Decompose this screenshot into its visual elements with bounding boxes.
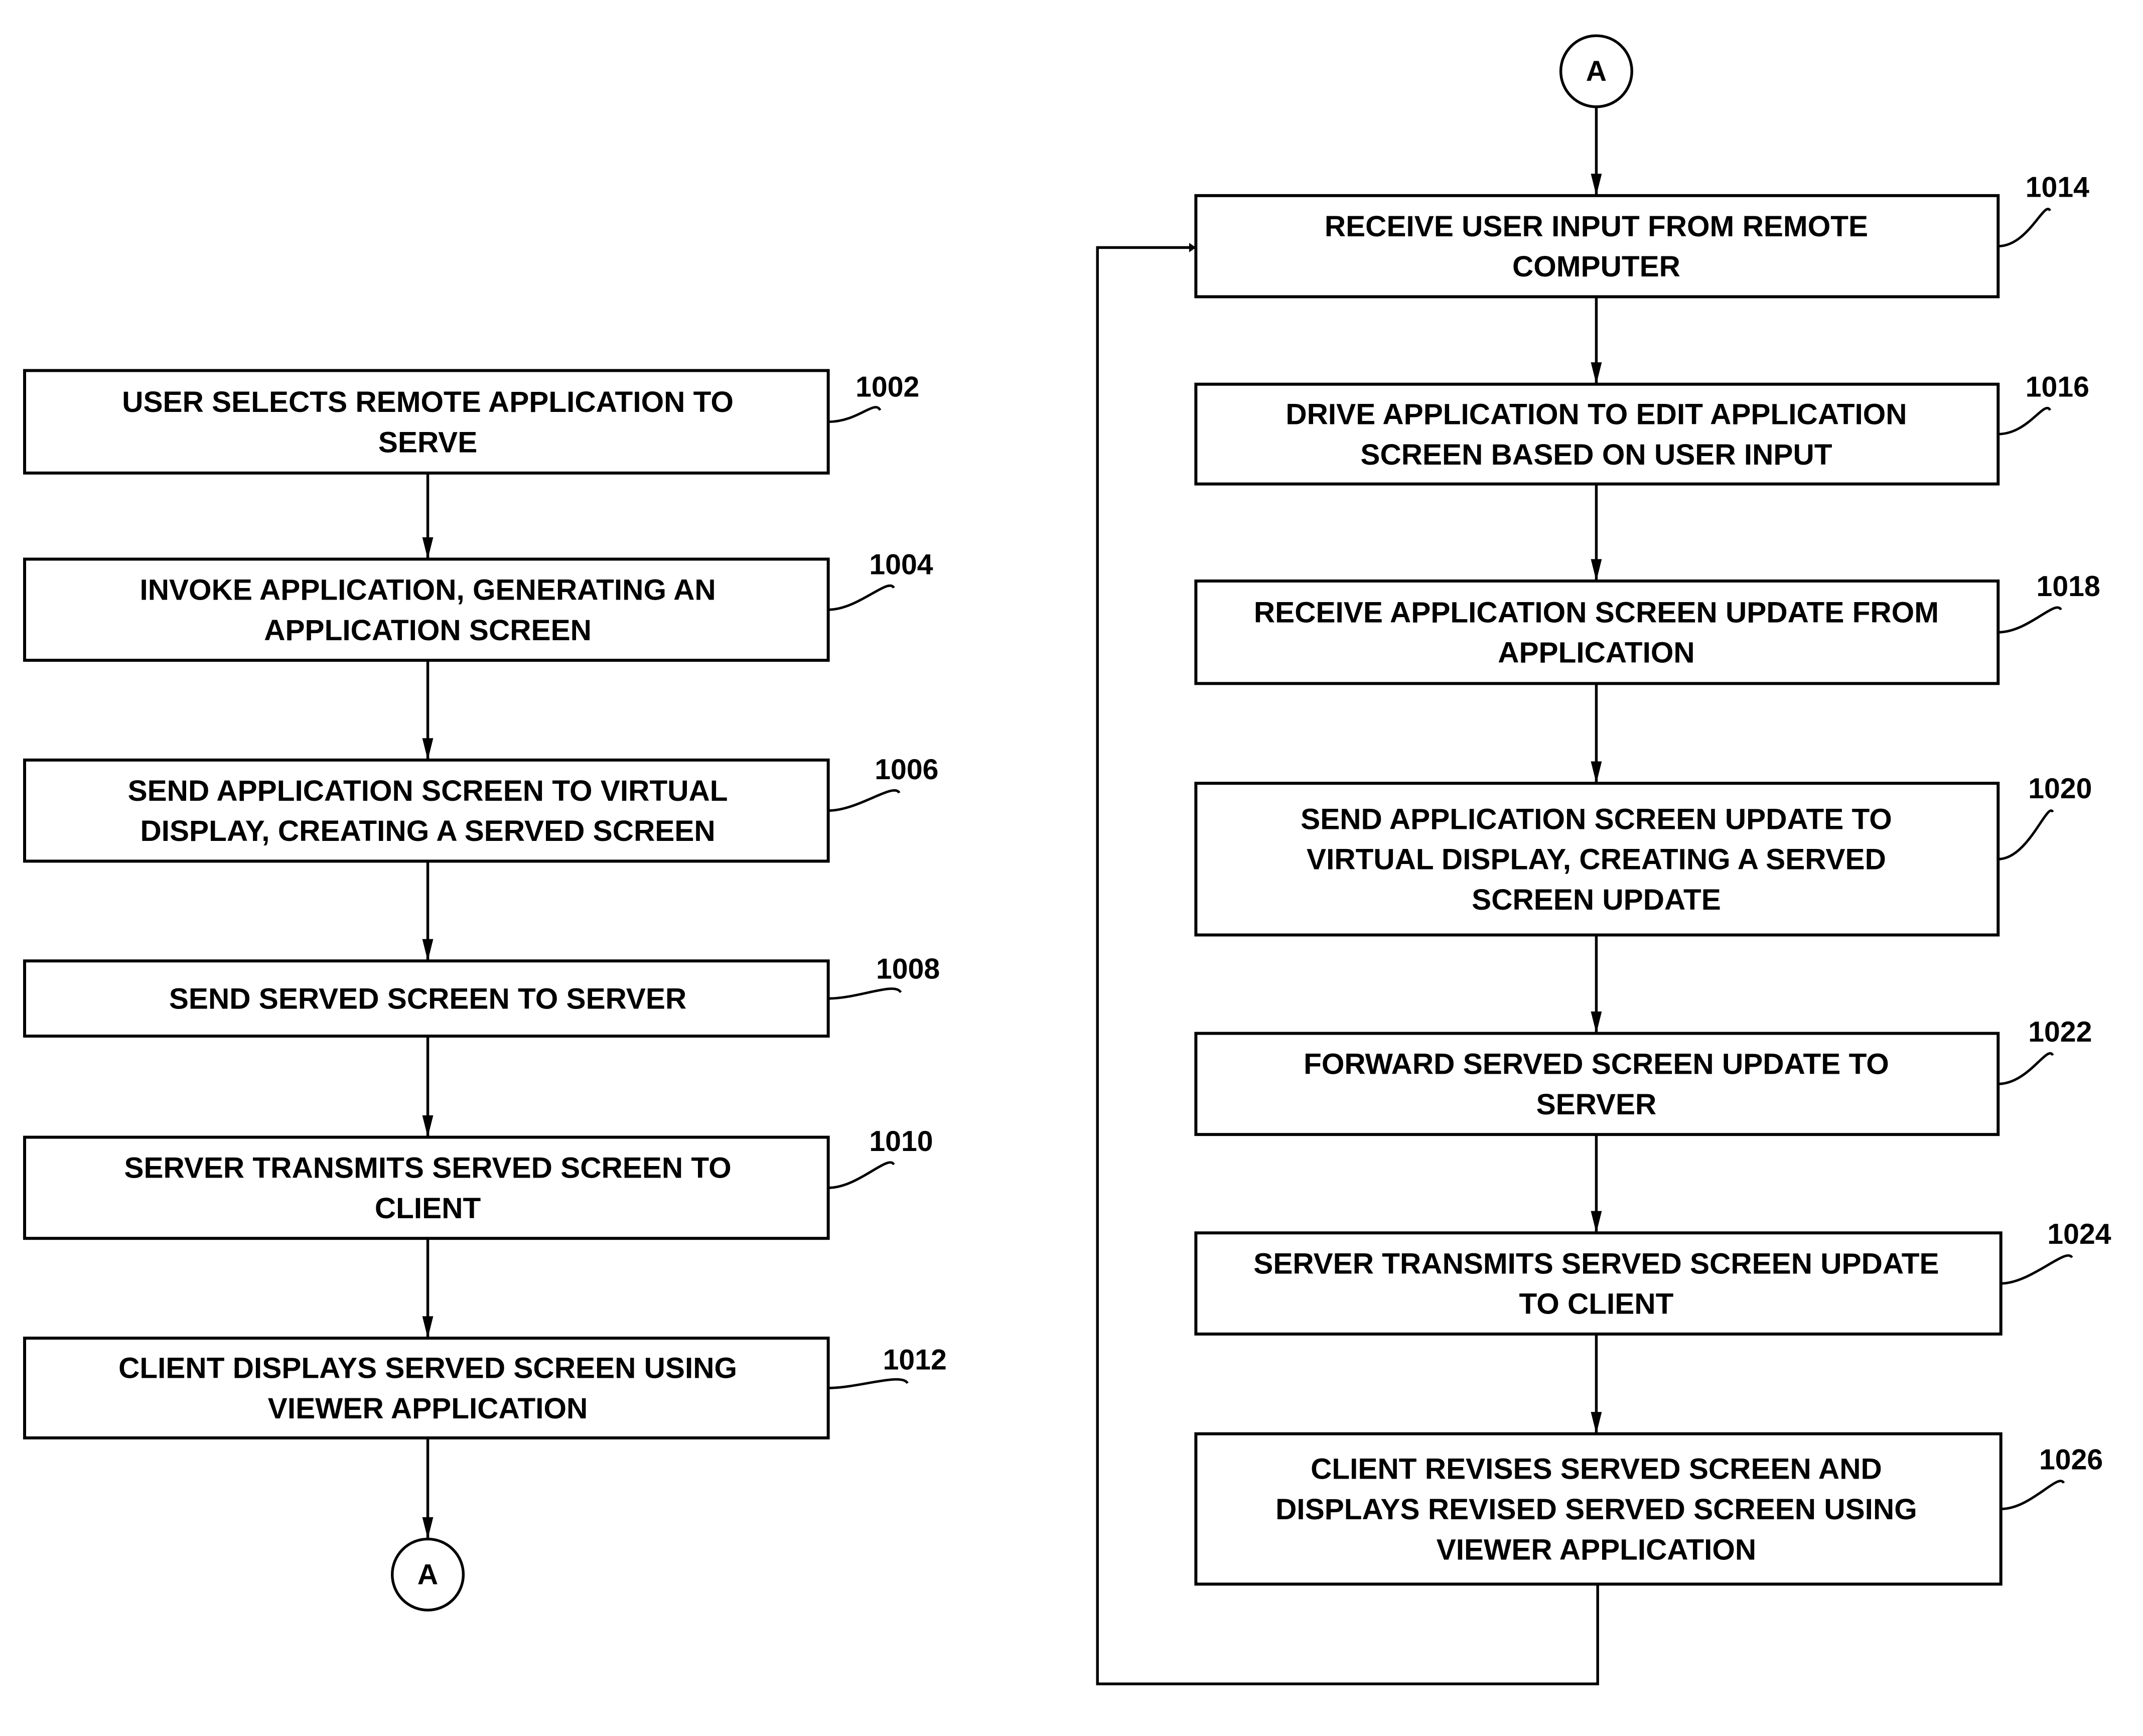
leader-line — [828, 987, 902, 1000]
process-text: SEND APPLICATION SCREEN TO VIRTUAL — [128, 775, 728, 807]
process-text: VIRTUAL DISPLAY, CREATING A SERVED — [1307, 843, 1886, 876]
reference-numeral: 1010 — [869, 1125, 933, 1158]
leader-line — [828, 1161, 895, 1189]
reference-numeral: 1018 — [2037, 570, 2100, 603]
process-text: INVOKE APPLICATION, GENERATING AN — [139, 573, 716, 606]
reference-numeral: 1024 — [2047, 1218, 2111, 1250]
reference-numeral: 1002 — [855, 371, 919, 403]
process-text: SCREEN UPDATE — [1472, 884, 1721, 916]
process-text: RECEIVE USER INPUT FROM REMOTE — [1325, 210, 1868, 243]
flowchart-canvas: USER SELECTS REMOTE APPLICATION TO SERVE 1… — [23, 34, 2111, 1685]
leader-line — [2001, 1254, 2073, 1285]
leader-line — [1998, 809, 2054, 860]
process-text: USER SELECTS REMOTE APPLICATION TO — [122, 386, 734, 418]
process-text: SEND APPLICATION SCREEN UPDATE TO — [1301, 803, 1892, 835]
reference-numeral: 1012 — [883, 1344, 947, 1376]
process-text: DISPLAY, CREATING A SERVED SCREEN — [140, 815, 715, 847]
process-text: VIEWER APPLICATION — [1437, 1533, 1757, 1566]
leader-line — [1998, 406, 2051, 436]
leader-line — [828, 789, 901, 812]
process-text: SERVE — [378, 426, 477, 459]
process-text: TO CLIENT — [1519, 1288, 1673, 1321]
process-text: FORWARD SERVED SCREEN UPDATE TO — [1304, 1048, 1889, 1081]
reference-numeral: 1026 — [2039, 1443, 2103, 1476]
process-text: APPLICATION SCREEN — [264, 614, 592, 647]
leader-line — [828, 584, 895, 611]
leader-line — [1998, 208, 2051, 248]
process-text: CLIENT REVISES SERVED SCREEN AND — [1311, 1453, 1882, 1486]
process-text: SEND SERVED SCREEN TO SERVER — [169, 983, 686, 1016]
leader-line — [828, 406, 882, 423]
leader-line — [2001, 1480, 2065, 1510]
reference-numeral: 1008 — [876, 953, 940, 985]
reference-numeral: 1006 — [875, 754, 938, 786]
process-text: DRIVE APPLICATION TO EDIT APPLICATION — [1285, 398, 1907, 430]
connector-label: A — [1586, 55, 1607, 87]
connector-label: A — [417, 1558, 438, 1590]
process-text: APPLICATION — [1498, 637, 1694, 669]
process-text: RECEIVE APPLICATION SCREEN UPDATE FROM — [1254, 596, 1939, 629]
process-text: SERVER — [1536, 1088, 1657, 1121]
process-text: CLIENT — [375, 1192, 481, 1225]
process-text: COMPUTER — [1512, 250, 1680, 283]
reference-numeral: 1004 — [869, 548, 933, 581]
leader-line — [1998, 1052, 2054, 1085]
reference-numeral: 1020 — [2028, 773, 2092, 805]
leader-line — [1998, 606, 2062, 634]
reference-numeral: 1022 — [2028, 1016, 2092, 1048]
leader-line — [828, 1378, 909, 1389]
process-text: VIEWER APPLICATION — [268, 1392, 588, 1425]
process-text: SCREEN BASED ON USER INPUT — [1360, 439, 1832, 471]
process-text: CLIENT DISPLAYS SERVED SCREEN USING — [118, 1352, 737, 1385]
reference-numeral: 1016 — [2026, 371, 2089, 403]
process-text: SERVER TRANSMITS SERVED SCREEN TO — [124, 1152, 731, 1185]
process-text: DISPLAYS REVISED SERVED SCREEN USING — [1275, 1493, 1917, 1526]
reference-numeral: 1014 — [2026, 172, 2089, 204]
process-text: SERVER TRANSMITS SERVED SCREEN UPDATE — [1253, 1247, 1939, 1280]
